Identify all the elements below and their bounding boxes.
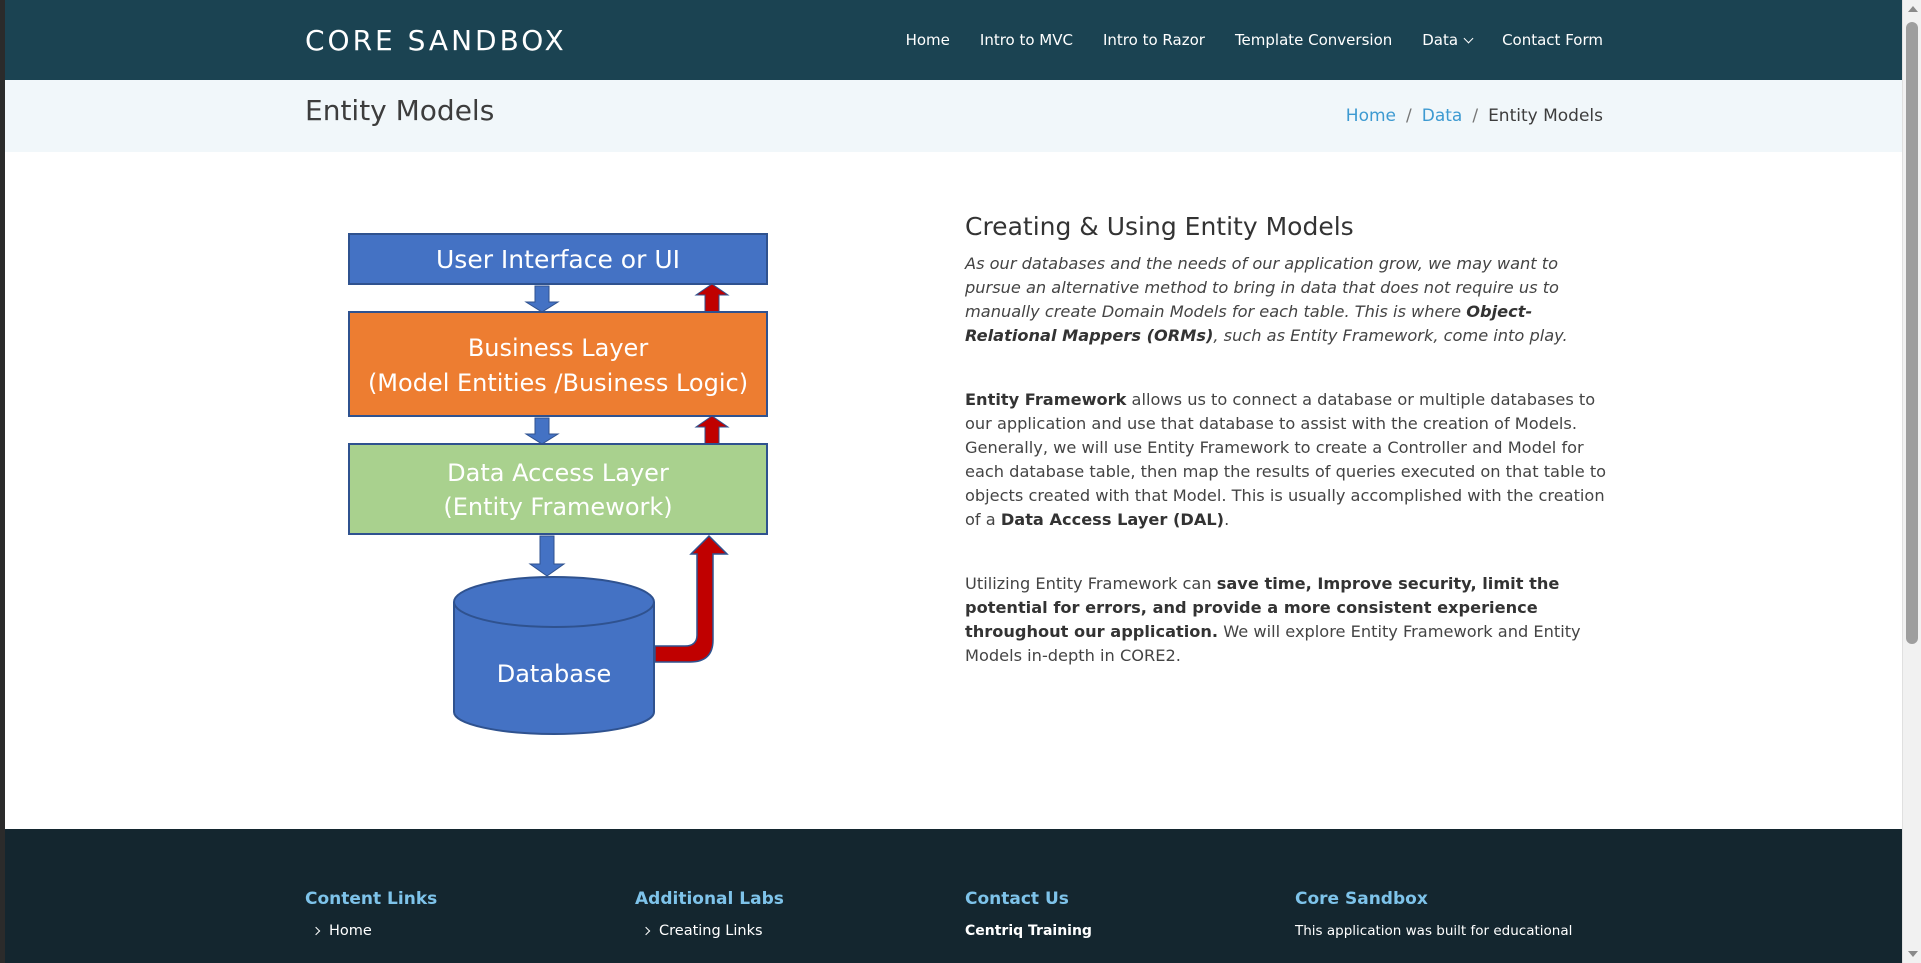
arrow-up-icon [694,283,730,313]
footer-company-name: Centriq Training [965,923,1092,939]
business-layer-title: Business Layer [468,334,649,362]
benefits-paragraph: Utilizing Entity Framework can save time… [965,572,1607,668]
nav-template-conversion[interactable]: Template Conversion [1235,31,1392,49]
vertical-scrollbar[interactable] [1902,0,1921,963]
arrow-up-icon [694,415,730,445]
footer-link-creating-links[interactable]: Creating Links [635,923,784,939]
data-access-layer-subtitle: (Entity Framework) [443,493,672,521]
ui-layer-label: User Interface or UI [436,245,680,274]
ef-text: allows us to connect a database or multi… [965,390,1607,529]
page-title: Entity Models [305,94,495,127]
database-cylinder-top [453,576,655,628]
footer-link-label: Creating Links [659,923,763,939]
scrollbar-thumb[interactable] [1906,22,1918,644]
intro-text-c: , such as Entity Framework, come into pl… [1213,326,1568,345]
breadcrumb-current: Entity Models [1488,106,1603,126]
arrow-down-icon [528,535,566,577]
footer-contact-us: Contact Us Centriq Training [965,889,1092,939]
footer-link-label: Home [329,923,372,939]
nav-contact-form[interactable]: Contact Form [1502,31,1603,49]
ef-dal-bold: Data Access Layer (DAL) [1000,510,1225,529]
database-label: Database [497,660,612,688]
page-title-bar: Entity Models Home / Data / Entity Model… [5,80,1902,152]
chevron-down-icon [1463,33,1474,43]
nav-data-dropdown[interactable]: Data [1422,31,1474,49]
section-heading: Creating & Using Entity Models [965,212,1354,241]
footer-col-title: Additional Labs [635,889,784,909]
data-access-layer-title: Data Access Layer [447,459,669,487]
ef-paragraph: Entity Framework allows us to connect a … [965,388,1607,532]
nav-intro-razor[interactable]: Intro to Razor [1103,31,1205,49]
return-arrow-icon [654,534,729,663]
nav-intro-mvc[interactable]: Intro to MVC [980,31,1073,49]
navbar: CORE SANDBOX Home Intro to MVC Intro to … [5,0,1902,80]
footer-about-text: This application was built for education… [1295,923,1573,939]
breadcrumb-separator: / [1472,106,1479,126]
ef-text-bold: Entity Framework [965,390,1127,409]
main-content: Creating & Using Entity Models As our da… [965,210,1607,708]
intro-paragraph: As our databases and the needs of our ap… [965,252,1607,348]
chevron-right-icon [311,926,321,936]
chevron-right-icon [641,926,651,936]
arrow-down-icon [524,285,560,313]
breadcrumb-home[interactable]: Home [1346,106,1396,126]
breadcrumb-data[interactable]: Data [1422,106,1463,126]
benefits-text-a: Utilizing Entity Framework can [965,574,1217,593]
browser-viewport: CORE SANDBOX Home Intro to MVC Intro to … [5,0,1902,963]
footer-additional-labs: Additional Labs Creating Links [635,889,784,939]
main-nav: Home Intro to MVC Intro to Razor Templat… [906,0,1603,80]
arrow-down-icon [524,417,560,445]
ef-text-end: . [1224,510,1230,529]
footer-core-sandbox: Core Sandbox This application was built … [1295,889,1572,939]
architecture-diagram: User Interface or UI Business Layer (Mod… [348,233,768,735]
breadcrumb-separator: / [1406,106,1412,126]
scroll-down-icon[interactable] [1908,951,1918,957]
scroll-up-icon[interactable] [1908,6,1918,12]
brand-logo[interactable]: CORE SANDBOX [305,24,567,57]
business-layer-subtitle: (Model Entities /Business Logic) [368,369,748,397]
footer: Content Links Home Additional Labs Creat… [5,829,1902,963]
footer-col-title: Core Sandbox [1295,889,1428,909]
footer-col-title: Contact Us [965,889,1069,909]
footer-content-links: Content Links Home [305,889,437,939]
nav-home[interactable]: Home [906,31,950,49]
nav-data-label: Data [1422,31,1459,49]
breadcrumb: Home / Data / Entity Models [1346,106,1603,126]
footer-link-home[interactable]: Home [305,923,437,939]
business-layer-box [348,311,768,417]
footer-col-title: Content Links [305,889,438,909]
